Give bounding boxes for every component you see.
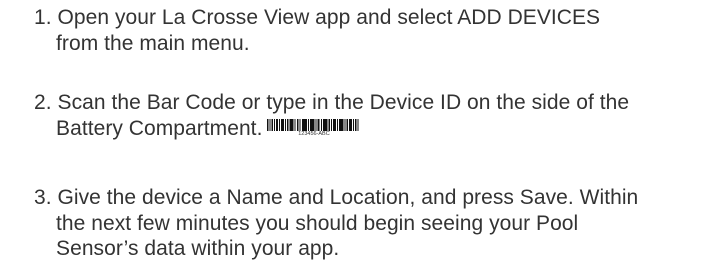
step-3-text-line-2: the next few minutes you should begin se… xyxy=(56,211,579,235)
step-1-line-2: from the main menu. xyxy=(34,31,710,57)
step-1-text-line-1: Open your La Crosse View app and select … xyxy=(57,6,601,29)
step-2: 2. Scan the Bar Code or type in the Devi… xyxy=(34,90,710,141)
step-2-text-line-2: Battery Compartment. xyxy=(56,116,263,140)
step-2-number: 2. xyxy=(34,91,52,114)
step-1: 1. Open your La Crosse View app and sele… xyxy=(34,5,710,56)
step-2-line-2: Battery Compartment. 123456-ABC xyxy=(34,116,710,142)
step-1-number: 1. xyxy=(34,6,52,29)
step-3: 3. Give the device a Name and Location, … xyxy=(34,185,710,262)
barcode-number: 123456-ABC xyxy=(298,130,330,137)
step-3-text-line-1: Give the device a Name and Location, and… xyxy=(57,186,639,209)
barcode-bars xyxy=(267,118,359,131)
step-3-line-2: the next few minutes you should begin se… xyxy=(34,211,710,237)
step-2-text-line-1: Scan the Bar Code or type in the Device … xyxy=(57,91,630,114)
step-2-line-1: 2. Scan the Bar Code or type in the Devi… xyxy=(34,90,710,116)
step-1-line-1: 1. Open your La Crosse View app and sele… xyxy=(34,5,710,31)
step-3-line-1: 3. Give the device a Name and Location, … xyxy=(34,185,710,211)
barcode-icon: 123456-ABC xyxy=(267,118,360,139)
step-3-number: 3. xyxy=(34,186,52,209)
step-3-text-line-3: Sensor’s data within your app. xyxy=(56,237,340,260)
step-1-text-line-2: from the main menu. xyxy=(56,31,250,55)
